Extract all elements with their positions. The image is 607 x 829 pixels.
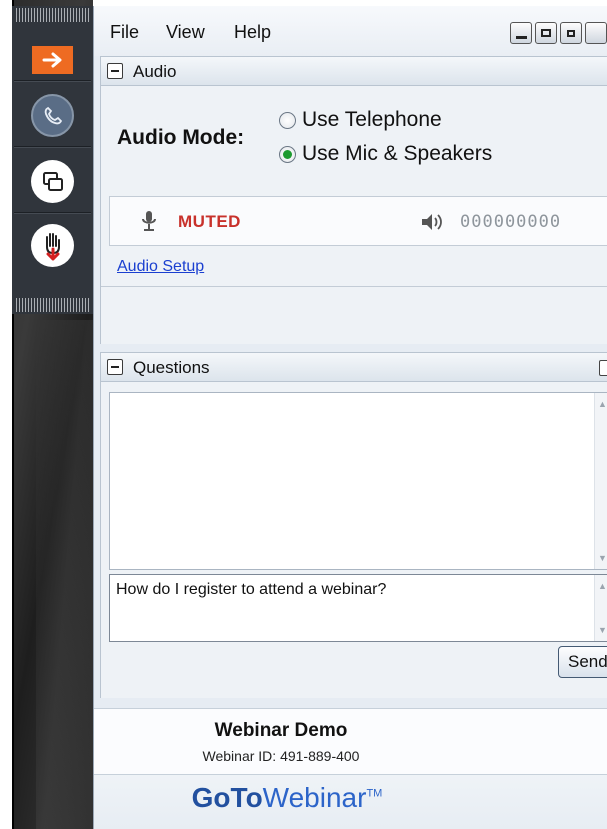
control-panel-window: File View Help Audio Audio Mode: Use Tel… [93,6,607,829]
minimize-icon [515,35,527,39]
brand-tm: TM [366,787,383,800]
phone-icon [44,106,62,124]
audio-mode-label: Audio Mode: [117,126,245,149]
minus-icon [111,366,119,368]
scroll-up-icon[interactable]: ▲ [598,581,607,591]
menu-help[interactable]: Help [234,22,271,43]
radio-circle-selected[interactable] [279,145,296,163]
minus-icon [111,70,119,72]
window-controls [510,22,607,44]
menu-view[interactable]: View [166,22,205,43]
scroll-down-icon[interactable]: ▼ [598,553,607,563]
radio-circle[interactable] [279,111,296,129]
gotowebinar-logo: GoToWebinarTM [94,782,480,814]
menu-file[interactable]: File [110,22,139,43]
collapse-panel-button[interactable] [32,46,73,74]
screen-tab-button[interactable] [31,160,74,203]
questions-section-header: Questions [100,352,607,382]
audio-status-box: MUTED 000000000 [109,196,607,246]
scroll-up-icon[interactable]: ▲ [598,399,607,409]
microphone-icon[interactable] [140,210,158,232]
minimize-button[interactable] [510,22,532,44]
maximize-button[interactable] [535,22,557,44]
radio-label: Use Mic & Speakers [302,142,493,165]
questions-log[interactable]: ▲ ▼ [109,392,607,570]
brand-light: Webinar [262,782,367,813]
menu-bar: File View Help [94,6,607,56]
mic-muted-status: MUTED [178,212,241,231]
raise-hand-icon [45,232,60,260]
tab-divider [14,146,91,148]
restore-icon [567,29,575,37]
info-divider [94,774,607,775]
tab-divider [14,212,91,214]
audio-tab-button[interactable] [31,94,74,137]
grab-tab [12,6,94,314]
speaker-level-indicator: 000000000 [460,212,562,232]
maximize-icon [541,29,551,37]
close-button[interactable] [585,22,607,44]
raise-hand-button[interactable] [31,224,74,267]
radio-use-telephone[interactable]: Use Telephone [279,108,442,132]
audio-divider [101,286,607,287]
screen-share-icon [42,171,63,191]
audio-section-header: Audio [100,56,607,86]
grip-bottom[interactable] [16,298,90,312]
tab-divider [14,80,91,82]
questions-panel: ▲ ▼ How do I register to attend a webina… [100,382,607,698]
question-input-scrollbar[interactable]: ▲ ▼ [594,575,607,641]
speaker-icon[interactable] [420,212,446,232]
scroll-down-icon[interactable]: ▼ [598,625,607,635]
question-input-text: How do I register to attend a webinar? [116,581,387,598]
questions-collapse-button[interactable] [107,359,123,375]
radio-use-mic-speakers[interactable]: Use Mic & Speakers [279,142,492,166]
question-input[interactable]: How do I register to attend a webinar? ▲… [109,574,607,642]
audio-setup-link[interactable]: Audio Setup [117,258,204,276]
webinar-title: Webinar Demo [214,720,348,741]
radio-label: Use Telephone [302,108,442,131]
arrow-right-icon [42,52,61,68]
audio-panel: Audio Mode: Use Telephone Use Mic & Spea… [100,86,607,344]
grip-top[interactable] [16,8,90,22]
popout-icon[interactable] [599,360,607,376]
audio-section-title: Audio [133,62,177,81]
audio-collapse-button[interactable] [107,63,123,79]
restore-button[interactable] [560,22,582,44]
left-white-strip [0,0,12,829]
send-button[interactable]: Send [558,646,607,678]
questions-log-scrollbar[interactable]: ▲ ▼ [594,393,607,569]
brand-bold: GoTo [191,782,263,813]
questions-section-title: Questions [133,358,210,377]
webinar-id: Webinar ID: 491-889-400 [202,748,360,764]
webinar-info: Webinar Demo Webinar ID: 491-889-400 GoT… [94,708,607,829]
